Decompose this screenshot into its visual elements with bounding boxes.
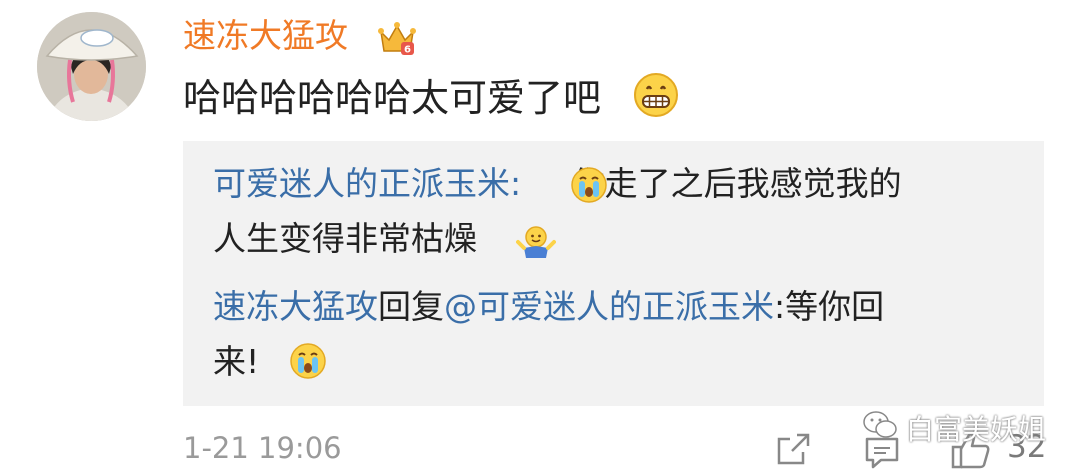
quoted-comment-line-2: 人生变得非常枯燥 [213,217,477,261]
avatar-image [37,12,146,121]
quoted-text-line-1: 你走了之后我感觉我的 [571,164,902,203]
reply-author-link[interactable]: 速冻大猛攻 [213,287,378,326]
crying-emoji [289,342,327,384]
watermark: 白富美妖姐 [862,408,1046,448]
crown-badge-icon: 6 [377,18,417,58]
quoted-text-line-2: 人生变得非常枯燥 [213,219,477,258]
watermark-text: 白富美妖姐 [906,413,1047,446]
comment-text: 哈哈哈哈哈哈太可爱了吧 [183,76,602,120]
svg-text:6: 6 [404,45,411,56]
avatar[interactable] [37,12,146,121]
quoted-colon: : [510,164,532,203]
reply-text-line-1: :等你回 [774,287,885,326]
reply-mention-link[interactable]: @可爱迷人的正派玉米 [444,287,774,326]
reply-line-1: 速冻大猛攻回复@可爱迷人的正派玉米:等你回 [213,285,884,329]
crying-emoji [570,166,608,208]
share-icon[interactable] [775,432,811,470]
reply-line-2: 来! [213,340,259,384]
reply-word: 回复 [378,287,444,326]
quoted-comment-line-1: 可爱迷人的正派玉米: 你走了之后我感觉我的 [213,162,902,206]
comment-author-name[interactable]: 速冻大猛攻 [183,15,348,57]
comment-timestamp: 1-21 19:06 [183,431,342,465]
grin-emoji [633,72,679,122]
reply-text-line-2: 来! [213,342,260,381]
quoted-author-link[interactable]: 可爱迷人的正派玉米 [213,164,510,203]
shrug-emoji [516,224,556,264]
wechat-icon [862,410,898,447]
